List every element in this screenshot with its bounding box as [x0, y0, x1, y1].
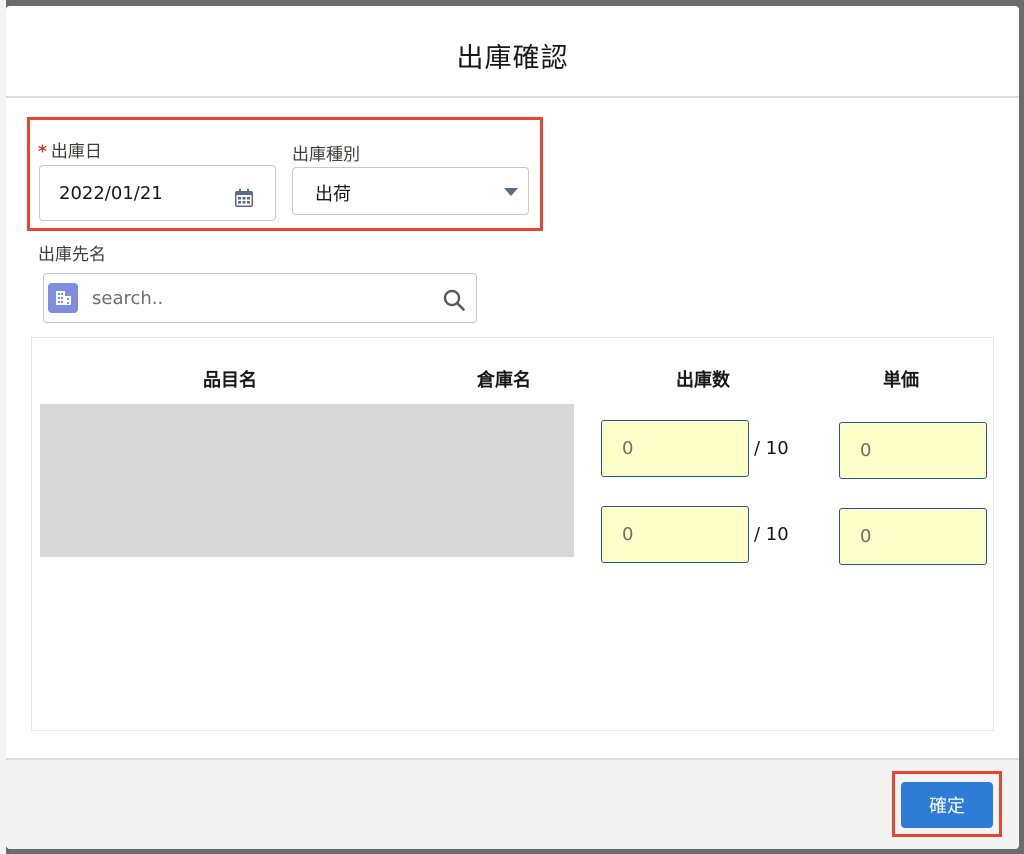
account-building-icon: [48, 283, 78, 313]
column-header-unit-price: 単価: [883, 370, 919, 391]
destination-search-input[interactable]: search..: [43, 273, 477, 323]
dialog-footer: [6, 758, 1019, 849]
quantity-input[interactable]: 0: [601, 420, 749, 477]
destination-search-placeholder: search..: [92, 288, 164, 309]
shipping-type-value: 出荷: [315, 184, 351, 205]
shipping-confirmation-dialog: 出庫確認 * 出庫日 2022/01/21 出庫種別 出荷 出庫先名 searc…: [6, 6, 1019, 849]
shipping-date-field[interactable]: 2022/01/21: [39, 165, 276, 221]
column-header-shipping-quantity: 出庫数: [676, 370, 730, 391]
destination-label: 出庫先名: [38, 245, 106, 265]
unit-price-input-value: 0: [860, 440, 872, 461]
column-header-item-name: 品目名: [203, 370, 257, 391]
unit-price-input[interactable]: 0: [839, 422, 987, 479]
shipping-type-select[interactable]: 出荷: [292, 167, 529, 215]
chevron-down-icon: [504, 188, 518, 196]
unit-price-input[interactable]: 0: [839, 508, 987, 565]
shipping-type-label: 出庫種別: [292, 145, 360, 165]
quantity-max: / 10: [754, 438, 789, 459]
calendar-icon[interactable]: [234, 188, 254, 208]
required-mark: *: [38, 142, 47, 162]
dialog-header: 出庫確認: [6, 6, 1019, 98]
shipping-date-label: * 出庫日: [38, 137, 102, 162]
column-header-warehouse-name: 倉庫名: [477, 370, 531, 391]
quantity-input[interactable]: 0: [601, 506, 749, 563]
shipping-date-value: 2022/01/21: [59, 183, 163, 204]
search-icon[interactable]: [442, 288, 466, 312]
quantity-input-value: 0: [622, 438, 634, 459]
confirm-button[interactable]: 確定: [901, 782, 993, 828]
quantity-max: / 10: [754, 524, 789, 545]
unit-price-input-value: 0: [860, 526, 872, 547]
dialog-title: 出庫確認: [456, 43, 569, 74]
quantity-input-value: 0: [622, 524, 634, 545]
shipping-date-label-text: 出庫日: [50, 142, 102, 162]
redacted-item-area: [40, 404, 574, 557]
